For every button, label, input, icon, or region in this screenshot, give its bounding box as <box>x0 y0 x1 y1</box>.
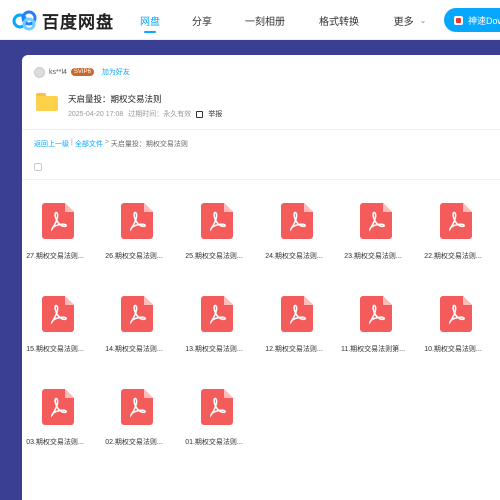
share-date: 2025-04-20 17:08 <box>68 110 124 118</box>
file-item[interactable]: 26.期权交易法则... <box>101 203 171 283</box>
file-item[interactable]: 03.期权交易法则... <box>22 389 92 469</box>
pdf-file-icon <box>42 389 74 425</box>
file-item[interactable]: 12.期权交易法则... <box>261 296 331 376</box>
file-item[interactable]: 02.期权交易法则... <box>101 389 171 469</box>
logo-text: 百度网盘 <box>42 12 114 32</box>
nav-more[interactable]: 更多 ⌄ <box>388 0 432 40</box>
file-name: 03.期权交易法则... <box>26 439 84 446</box>
baidu-netdisk-logo[interactable]: 百度网盘 <box>12 8 114 32</box>
avatar[interactable] <box>34 66 45 78</box>
download-icon <box>454 15 463 25</box>
pdf-file-icon <box>121 389 153 425</box>
nav-share-label: 分享 <box>192 16 212 28</box>
report-icon <box>196 110 204 118</box>
file-item[interactable]: 22.期权交易法则... <box>420 203 490 283</box>
folder-icon <box>36 93 58 111</box>
file-name: 22.期权交易法则... <box>424 253 482 260</box>
file-name: 27.期权交易法则... <box>26 253 84 260</box>
file-item[interactable]: 23.期权交易法则... <box>340 203 410 283</box>
back-link[interactable]: 返回上一级 <box>34 139 69 149</box>
pdf-file-icon <box>201 296 233 332</box>
nav-more-label: 更多 <box>393 16 414 28</box>
file-name: 11.期权交易法则第... <box>340 346 406 353</box>
file-item[interactable]: 24.期权交易法则... <box>261 203 331 283</box>
add-friend-link[interactable]: 加为好友 <box>102 67 130 77</box>
pdf-file-icon <box>281 203 313 239</box>
file-name: 24.期权交易法则... <box>265 253 323 260</box>
pdf-file-icon <box>440 203 472 239</box>
active-tab-indicator <box>144 31 156 33</box>
file-name: 26.期权交易法则... <box>105 253 163 260</box>
pdf-file-icon <box>201 389 233 425</box>
file-name: 15.期权交易法则... <box>26 346 84 353</box>
sharer-username[interactable]: ks**l4 <box>49 69 67 76</box>
report-button[interactable]: 举报 <box>196 109 227 119</box>
pdf-file-icon <box>360 296 392 332</box>
breadcrumb-separator: | <box>71 139 73 146</box>
pdf-file-icon <box>121 296 153 332</box>
pdf-file-icon <box>42 203 74 239</box>
file-name: 12.期权交易法则... <box>265 346 323 353</box>
sharer-info: ks**l4 SVIP6 加为好友 <box>34 65 130 79</box>
file-name: 13.期权交易法则... <box>185 346 243 353</box>
divider <box>22 129 500 130</box>
file-item[interactable]: 15.期权交易法则... <box>22 296 92 376</box>
file-item[interactable]: 11.期权交易法则第... <box>340 296 410 376</box>
pdf-file-icon <box>281 296 313 332</box>
nav-share[interactable]: 分享 <box>188 0 216 40</box>
nav-netdisk-label: 网盘 <box>140 16 160 28</box>
chevron-down-icon: ⌄ <box>419 15 427 25</box>
download-button-label: 神速Dow <box>468 15 500 26</box>
pdf-file-icon <box>440 296 472 332</box>
file-item[interactable]: 01.期权交易法则... <box>181 389 251 469</box>
nav-photo-album[interactable]: 一刻相册 <box>242 0 288 40</box>
pdf-file-icon <box>201 203 233 239</box>
nav-format-convert[interactable]: 格式转换 <box>316 0 362 40</box>
nav-format-convert-label: 格式转换 <box>319 16 359 28</box>
nav-netdisk[interactable]: 网盘 <box>136 0 164 40</box>
pdf-file-icon <box>360 203 392 239</box>
breadcrumb: 返回上一级 | 全部文件 > 天启量投：期权交易法则 <box>34 139 188 149</box>
cloud-logo-icon <box>12 10 37 31</box>
all-files-link[interactable]: 全部文件 <box>75 139 103 149</box>
file-name: 25.期权交易法则... <box>185 253 243 260</box>
nav-photo-album-label: 一刻相册 <box>245 16 285 28</box>
file-name: 10.期权交易法则... <box>424 346 482 353</box>
share-title: 天启量投：期权交易法则 <box>68 94 162 104</box>
file-item[interactable]: 10.期权交易法则... <box>420 296 490 376</box>
file-item[interactable]: 13.期权交易法则... <box>181 296 251 376</box>
file-name: 02.期权交易法则... <box>105 439 163 446</box>
breadcrumb-current: 天启量投：期权交易法则 <box>110 141 188 148</box>
divider <box>22 179 500 180</box>
share-meta: 2025-04-20 17:08 过期时间：永久有效 举报 <box>68 109 232 119</box>
file-name: 14.期权交易法则... <box>105 346 163 353</box>
breadcrumb-arrow: > <box>104 139 109 146</box>
download-client-button[interactable]: 神速Dow <box>444 8 500 32</box>
file-item[interactable]: 27.期权交易法则... <box>22 203 92 283</box>
report-label: 举报 <box>208 111 223 118</box>
pdf-file-icon <box>121 203 153 239</box>
file-item[interactable]: 25.期权交易法则... <box>181 203 251 283</box>
vip-badge: SVIP6 <box>70 68 94 76</box>
top-navigation-bar: 百度网盘 网盘 分享 一刻相册 格式转换 更多 ⌄ 神速Dow <box>0 0 500 40</box>
file-name: 23.期权交易法则... <box>344 253 402 260</box>
file-name: 01.期权交易法则... <box>185 439 243 446</box>
select-all-checkbox[interactable] <box>34 163 42 171</box>
share-info-card: 天启量投：期权交易法则 2025-04-20 17:08 过期时间：永久有效 举… <box>34 85 500 123</box>
pdf-file-icon <box>42 296 74 332</box>
file-item[interactable]: 14.期权交易法则... <box>101 296 171 376</box>
share-expire: 过期时间：永久有效 <box>128 111 192 118</box>
